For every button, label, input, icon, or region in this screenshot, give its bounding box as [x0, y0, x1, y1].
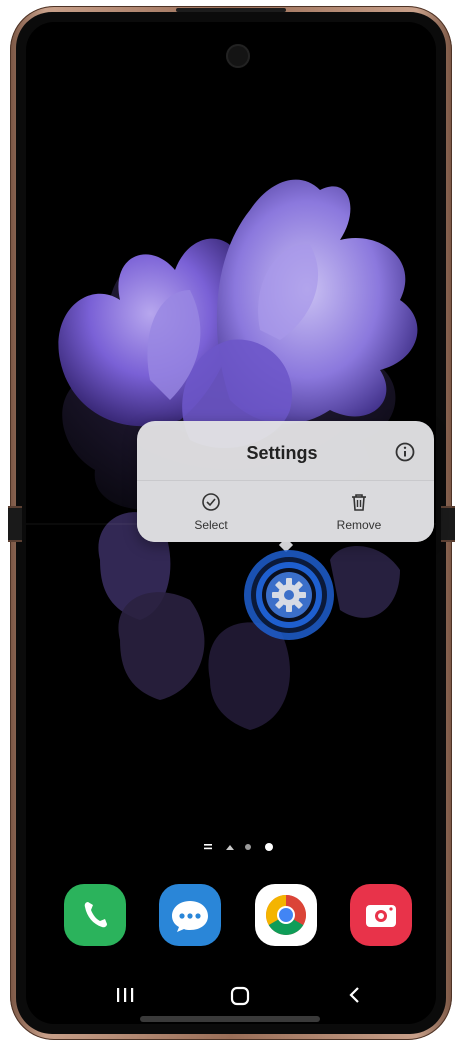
front-camera — [226, 44, 250, 68]
hinge-right — [441, 506, 455, 542]
phone-app[interactable] — [64, 884, 126, 946]
messages-app[interactable] — [159, 884, 221, 946]
select-label: Select — [194, 518, 228, 532]
earpiece — [176, 8, 286, 12]
settings-app-icon[interactable] — [243, 549, 335, 641]
messages-icon — [172, 901, 208, 932]
page-indicator — [204, 843, 273, 851]
home-icon — [230, 986, 250, 1006]
back-icon — [349, 987, 359, 1003]
bottom-gesture-bar — [140, 1016, 320, 1022]
check-circle-icon — [202, 493, 220, 511]
remove-label: Remove — [336, 518, 382, 532]
gear-icon — [272, 578, 306, 612]
remove-button[interactable]: Remove — [314, 492, 404, 538]
select-button[interactable]: Select — [166, 492, 256, 538]
hinge-left — [8, 506, 22, 542]
context-menu-title: Settings — [246, 443, 318, 463]
back-button[interactable] — [337, 982, 373, 1010]
camera-app[interactable] — [350, 884, 412, 946]
home-button[interactable] — [222, 982, 258, 1010]
chrome-app[interactable] — [255, 884, 317, 946]
home-page-lines — [204, 844, 212, 850]
trash-icon — [352, 494, 366, 511]
chrome-icon — [266, 895, 306, 935]
phone-icon — [84, 902, 107, 928]
camera-icon — [366, 905, 396, 927]
info-icon[interactable] — [394, 441, 416, 463]
recents-icon — [117, 988, 134, 1002]
recents-button[interactable] — [108, 982, 144, 1010]
